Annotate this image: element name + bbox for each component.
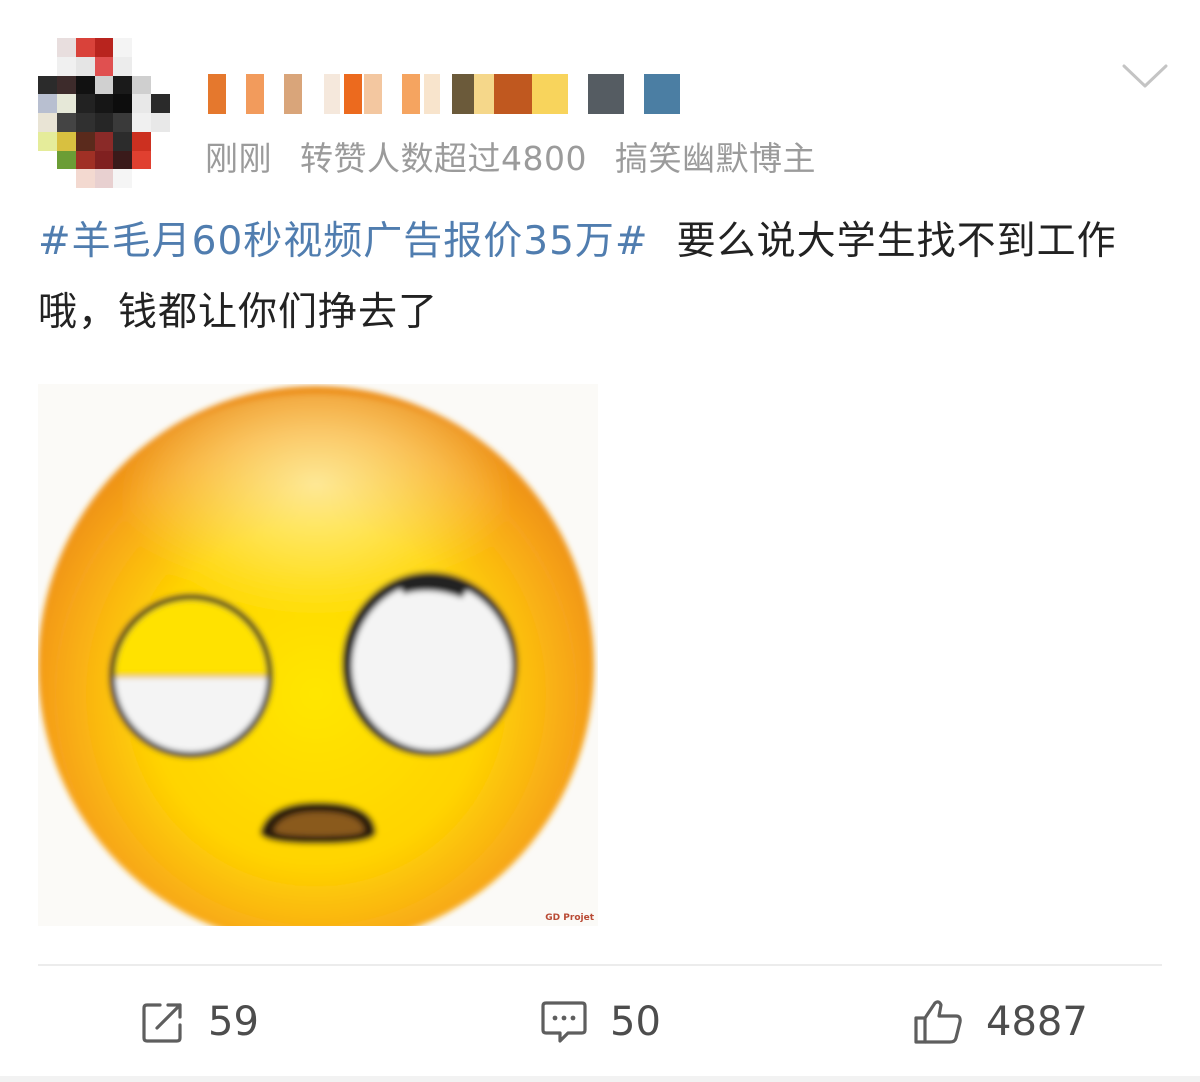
repost-badge: 转赞人数超过4800	[300, 139, 587, 178]
repost-count: 59	[208, 999, 259, 1045]
bottom-separator	[0, 1076, 1200, 1082]
comment-icon	[541, 1001, 587, 1043]
author-category: 搞笑幽默博主	[614, 139, 816, 178]
comment-button[interactable]: 50	[540, 994, 661, 1050]
post-meta: 刚刚 转赞人数超过4800 搞笑幽默博主	[205, 132, 816, 180]
emoji-face-image	[38, 386, 594, 926]
like-count: 4887	[986, 999, 1088, 1045]
post-text: #羊毛月60秒视频广告报价35万# 要么说大学生找不到工作哦，钱都让你们挣去了	[38, 206, 1163, 348]
repost-button[interactable]: 59	[140, 994, 259, 1050]
chevron-down-icon[interactable]	[1118, 56, 1172, 96]
username[interactable]	[208, 72, 680, 116]
avatar[interactable]	[38, 38, 170, 188]
repost-icon	[142, 1003, 182, 1043]
like-button[interactable]: 4887	[912, 994, 1088, 1050]
comment-count: 50	[610, 999, 661, 1045]
hashtag-link[interactable]: #羊毛月60秒视频广告报价35万#	[38, 219, 649, 264]
post-image[interactable]: GD Projet	[38, 384, 598, 926]
thumbs-up-icon	[914, 1000, 962, 1044]
divider	[38, 964, 1162, 966]
image-watermark: GD Projet	[545, 913, 594, 923]
weibo-post: 刚刚 转赞人数超过4800 搞笑幽默博主 #羊毛月60秒视频广告报价35万# 要么…	[0, 0, 1200, 1082]
post-time: 刚刚	[205, 139, 272, 178]
